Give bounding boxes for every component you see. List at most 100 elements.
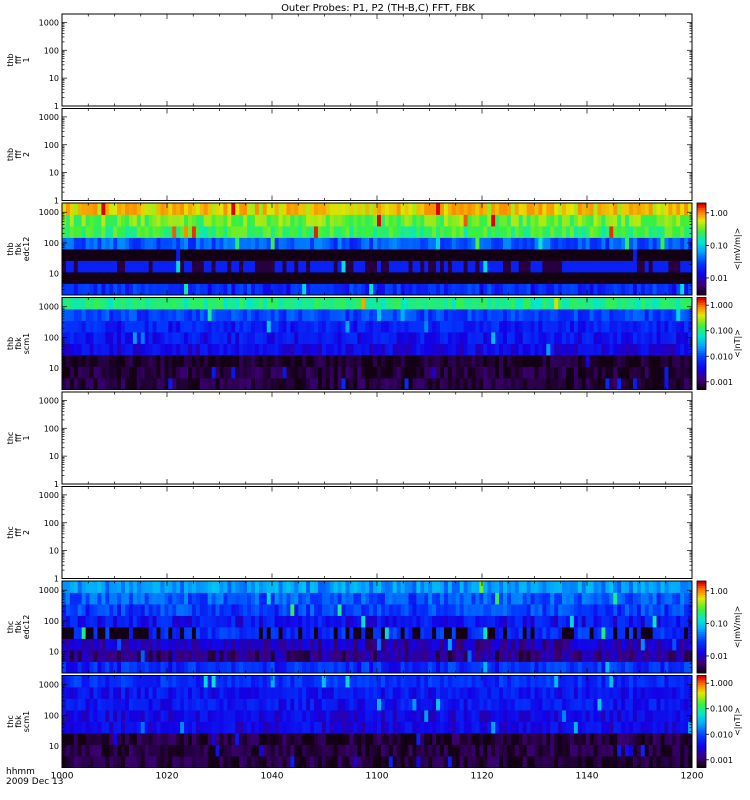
cell xyxy=(62,320,67,333)
colorbar-segment xyxy=(697,378,706,381)
cell xyxy=(558,283,563,296)
cell xyxy=(262,237,268,250)
cell xyxy=(73,226,79,238)
cell xyxy=(270,214,276,227)
cell xyxy=(447,581,453,593)
cell xyxy=(81,249,87,261)
cell xyxy=(412,615,417,628)
cell xyxy=(113,581,118,593)
cell xyxy=(412,355,417,367)
cell xyxy=(558,226,563,238)
cell xyxy=(416,309,421,321)
cell xyxy=(306,297,311,310)
cell xyxy=(455,214,461,227)
cell xyxy=(235,638,240,651)
cell xyxy=(585,320,591,333)
cell xyxy=(81,592,87,605)
cell xyxy=(69,378,75,390)
cell xyxy=(254,297,260,310)
cell xyxy=(121,332,126,344)
cell xyxy=(656,604,661,616)
cell xyxy=(156,638,161,651)
cell xyxy=(428,378,433,390)
cell xyxy=(215,638,220,651)
cell xyxy=(77,283,83,296)
cell xyxy=(621,226,626,238)
cell xyxy=(132,297,138,310)
cell xyxy=(558,260,563,273)
cell xyxy=(341,661,346,674)
cell xyxy=(593,638,598,651)
cell xyxy=(247,332,252,344)
cell xyxy=(365,237,370,250)
cell xyxy=(109,366,114,379)
cell xyxy=(455,332,461,344)
cell xyxy=(329,214,335,227)
cell xyxy=(388,283,394,296)
cell xyxy=(109,592,114,605)
cell xyxy=(510,366,516,379)
cell xyxy=(546,309,551,321)
cell xyxy=(440,260,445,273)
cell xyxy=(479,366,484,379)
cell xyxy=(479,604,484,616)
cell xyxy=(601,581,606,593)
cell xyxy=(680,343,685,356)
cell xyxy=(483,237,488,250)
cell xyxy=(302,604,307,616)
cell xyxy=(227,592,232,605)
cell xyxy=(211,283,216,296)
cell xyxy=(262,615,268,628)
cell xyxy=(231,638,236,651)
cell xyxy=(306,260,311,273)
cell xyxy=(321,283,327,296)
cell xyxy=(408,226,413,238)
cell xyxy=(499,297,504,310)
cell xyxy=(416,320,421,333)
cell xyxy=(211,638,216,651)
cell xyxy=(475,309,480,321)
cell xyxy=(353,226,358,238)
cell xyxy=(518,355,524,367)
cell xyxy=(337,627,342,639)
cell xyxy=(589,203,594,215)
cell xyxy=(648,581,654,593)
cell xyxy=(625,355,630,367)
cell xyxy=(440,756,445,768)
cell xyxy=(274,627,279,639)
cell xyxy=(223,297,228,310)
cell xyxy=(77,203,83,215)
cell xyxy=(121,756,126,768)
cell xyxy=(506,309,512,321)
cell xyxy=(337,332,342,344)
colorbar-segment xyxy=(697,581,706,584)
cell xyxy=(676,343,681,356)
colorbar-segment xyxy=(697,322,706,326)
cell xyxy=(357,260,362,273)
cell xyxy=(337,604,342,616)
cell xyxy=(558,592,563,605)
cell xyxy=(447,378,453,390)
colorbar-segment xyxy=(697,627,706,630)
cell xyxy=(207,581,213,593)
cell xyxy=(317,638,323,651)
cell xyxy=(144,581,150,593)
cell xyxy=(207,297,213,310)
cell xyxy=(302,320,307,333)
cell xyxy=(125,366,130,379)
y-tick-label: 100 xyxy=(44,141,59,150)
cell xyxy=(81,604,87,616)
cell xyxy=(396,604,402,616)
cell xyxy=(632,237,638,250)
cell xyxy=(235,627,240,639)
cell xyxy=(262,226,268,238)
cell xyxy=(554,226,559,238)
cell xyxy=(577,237,583,250)
cell xyxy=(148,581,153,593)
cell xyxy=(609,592,614,605)
cell xyxy=(483,283,488,296)
cell xyxy=(672,309,677,321)
cell xyxy=(495,604,500,616)
cell xyxy=(329,627,335,639)
cell xyxy=(109,203,114,215)
